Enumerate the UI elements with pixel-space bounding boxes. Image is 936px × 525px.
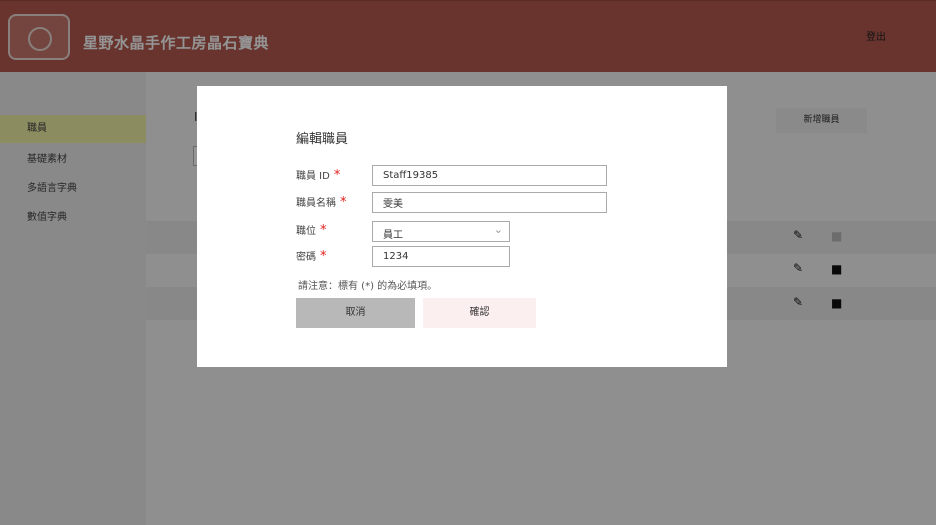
confirm-button[interactable]: 確認 (423, 298, 536, 328)
required-marker: * (320, 223, 327, 238)
edit-staff-dialog: 編輯職員 職員 ID* 職員名稱* 職位* 員工 ⌄ 密碼* 請注意：標有 (*… (197, 86, 727, 367)
staff-name-label: 職員名稱 * (296, 195, 347, 210)
staff-name-input[interactable] (372, 192, 607, 213)
dialog-title: 編輯職員 (296, 132, 349, 147)
password-input[interactable] (372, 246, 510, 267)
required-marker: * (333, 168, 341, 183)
password-label: 密碼 * (296, 249, 327, 264)
position-selected-value: 員工 (383, 230, 403, 241)
position-select[interactable]: 員工 ⌄ (372, 221, 510, 242)
position-label: 職位 * (296, 223, 327, 238)
cancel-button[interactable]: 取消 (296, 298, 415, 328)
chevron-down-icon: ⌄ (493, 223, 503, 236)
required-note: 請注意：標有 (*) 的為必填項。 (298, 281, 438, 292)
required-marker: * (320, 249, 327, 264)
required-marker: * (340, 195, 347, 210)
staff-id-input[interactable] (372, 165, 607, 186)
staff-id-label: 職員 ID * (296, 168, 341, 183)
